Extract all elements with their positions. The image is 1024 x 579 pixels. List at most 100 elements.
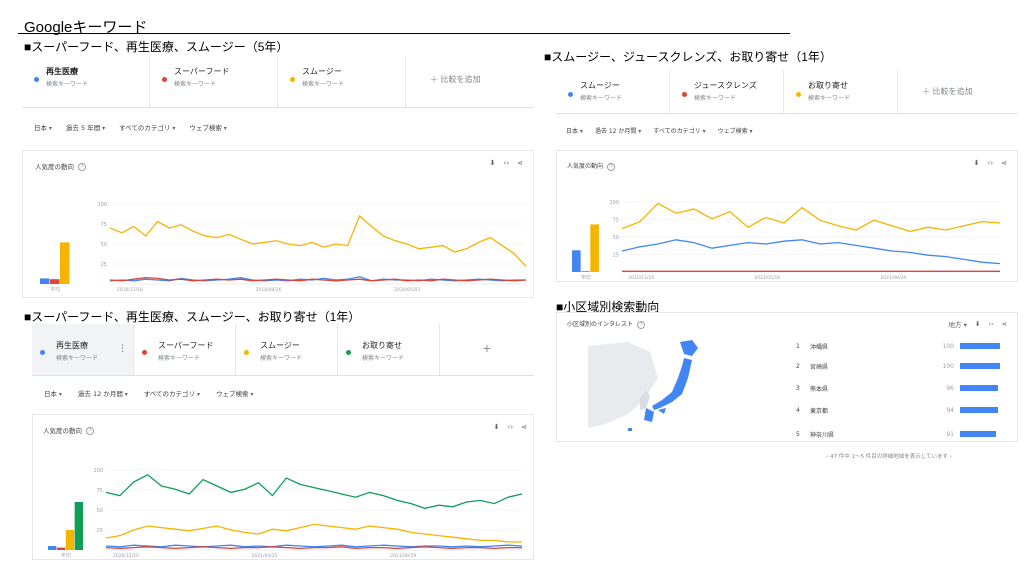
card-title: 小区域別のインタレスト? <box>567 319 646 329</box>
series-color-dot <box>142 350 147 355</box>
y-tick-label: 50 <box>97 508 103 514</box>
download-icon[interactable]: ⬇ <box>974 159 980 167</box>
keyword-type: 検索キーワード <box>260 355 303 362</box>
filter-region[interactable]: 日本 <box>34 122 52 132</box>
y-tick-label: 100 <box>93 468 103 474</box>
series-color-dot <box>682 92 687 97</box>
series-line <box>105 523 522 543</box>
region-value-bar <box>960 431 997 437</box>
card-toolbar: ⬇ ‹› ⋖ <box>974 159 1007 167</box>
keyword-chip[interactable]: スーパーフード 検索キーワード <box>150 56 278 107</box>
add-compare-button[interactable]: ＋ 比較を追加 <box>406 56 534 107</box>
more-options-icon[interactable]: ⋮ <box>118 344 127 354</box>
average-bar <box>581 271 590 272</box>
keyword-chip[interactable]: スムージー 検索キーワード <box>278 56 406 107</box>
next-page-icon[interactable]: › <box>948 454 952 460</box>
keyword-chip[interactable]: スムージー 検索キーワード <box>556 70 670 113</box>
y-tick-label: 75 <box>97 488 103 494</box>
help-icon[interactable]: ? <box>637 320 646 329</box>
region-row[interactable]: 1 沖縄県 100 <box>796 336 1016 356</box>
keyword-chip[interactable]: 再生医療 検索キーワード ⋮ <box>32 324 134 375</box>
add-compare-button[interactable]: ＋ 比較を追加 <box>898 70 1016 113</box>
section-heading-1yr-b: ■スーパーフード、再生医療、スムージー、お取り寄せ（1年） <box>24 310 361 324</box>
filter-period[interactable]: 過去 12 か月間 <box>595 126 641 135</box>
embed-icon[interactable]: ‹› <box>988 320 993 328</box>
filter-category[interactable]: すべてのカテゴリ <box>144 388 200 398</box>
embed-icon[interactable]: ‹› <box>504 159 510 167</box>
card-toolbar: 地方 ▾ ⬇ ‹› ⋖ <box>949 319 1007 329</box>
filter-period[interactable]: 過去 12 か月間 <box>78 388 128 398</box>
trend-chart-1yr-b: 100 75 50 25 平均 2020/12/20 2021/04/25 2021/08/2… <box>48 468 523 559</box>
card-toolbar: ⬇ ‹› ⋖ <box>494 423 527 431</box>
keyword-name: スムージー <box>580 81 620 90</box>
region-row[interactable]: 4 東京都 94 <box>796 400 1016 420</box>
embed-icon[interactable]: ‹› <box>508 423 514 431</box>
average-label: 平均 <box>61 552 71 559</box>
keyword-chip[interactable]: お取り寄せ 検索キーワード <box>784 70 898 113</box>
filter-search-type[interactable]: ウェブ検索 <box>216 388 253 398</box>
keyword-chip[interactable]: 再生医療 検索キーワード <box>22 56 150 107</box>
x-tick-label: 2020/12/20 <box>113 553 139 559</box>
share-icon[interactable]: ⋖ <box>517 159 523 167</box>
plus-icon: ＋ <box>430 75 441 84</box>
filter-category[interactable]: すべてのカテゴリ <box>653 126 705 135</box>
help-icon[interactable]: ? <box>86 427 94 435</box>
filter-search-type[interactable]: ウェブ検索 <box>189 122 226 132</box>
series-line <box>109 214 527 267</box>
keyword-name: スムージー <box>260 341 300 350</box>
filter-bar: 日本 過去 5 年間 すべてのカテゴリ ウェブ検索 <box>34 122 227 132</box>
keyword-type: 検索キーワード <box>808 95 851 102</box>
series-line <box>105 544 523 548</box>
filter-region[interactable]: 日本 <box>566 126 583 135</box>
average-bar <box>572 250 581 272</box>
x-tick-label: 2020/05/03 <box>394 287 420 293</box>
keyword-chip[interactable]: お取り寄せ 検索キーワード <box>338 324 440 375</box>
x-tick-label: 2021/08/29 <box>880 275 906 281</box>
section-heading-1yr-a: ■スムージー、ジュースクレンズ、お取り寄せ（1年） <box>544 50 832 64</box>
region-value-bar <box>960 385 999 391</box>
average-bar <box>56 547 66 550</box>
keyword-chip[interactable]: スーパーフード 検索キーワード <box>134 324 236 375</box>
keyword-chip[interactable]: ジュースクレンズ 検索キーワード <box>670 70 784 113</box>
download-icon[interactable]: ⬇ <box>490 159 496 167</box>
region-level-select[interactable]: 地方 ▾ <box>949 319 967 329</box>
keyword-name: 再生医療 <box>46 67 78 76</box>
share-icon[interactable]: ⋖ <box>521 423 527 431</box>
card-toolbar: ⬇ ‹› ⋖ <box>490 159 523 167</box>
x-tick-label: 2020/12/20 <box>628 275 654 281</box>
download-icon[interactable]: ⬇ <box>975 320 980 328</box>
y-tick-label: 75 <box>613 218 619 224</box>
filter-period[interactable]: 過去 5 年間 <box>66 122 105 132</box>
filter-region[interactable]: 日本 <box>44 388 62 398</box>
x-tick-label: 2016/12/18 <box>117 287 143 293</box>
x-tick-label: 2021/05/16 <box>754 275 780 281</box>
keyword-chip[interactable]: スムージー 検索キーワード <box>236 324 338 375</box>
filter-search-type[interactable]: ウェブ検索 <box>718 126 753 135</box>
region-row[interactable]: 2 宮崎県 100 <box>796 356 1016 376</box>
x-tick-label: 2021/08/29 <box>390 553 416 559</box>
filter-category[interactable]: すべてのカテゴリ <box>119 122 175 132</box>
add-compare-label: 比較を追加 <box>440 75 481 84</box>
filter-bar: 日本 過去 12 か月間 すべてのカテゴリ ウェブ検索 <box>44 388 253 398</box>
add-compare-label: 比較を追加 <box>932 87 973 96</box>
keyword-compare-bar: スムージー 検索キーワード ジュースクレンズ 検索キーワード お取り寄せ 検索キ… <box>556 70 1018 114</box>
keyword-type: 検索キーワード <box>362 355 405 362</box>
region-value-bar <box>960 363 1000 369</box>
y-tick-label: 100 <box>609 200 619 206</box>
help-icon[interactable]: ? <box>607 162 616 171</box>
keyword-name: お取り寄せ <box>362 341 402 350</box>
download-icon[interactable]: ⬇ <box>494 423 500 431</box>
add-compare-button[interactable]: + <box>440 324 534 375</box>
x-tick-label: 2021/04/25 <box>252 553 278 559</box>
help-icon[interactable]: ? <box>78 163 86 171</box>
region-value-bar <box>960 407 998 413</box>
y-tick-label: 50 <box>613 235 619 241</box>
region-row[interactable]: 3 熊本県 96 <box>796 378 1016 398</box>
japan-map <box>588 338 718 434</box>
average-bar <box>590 224 599 272</box>
region-row[interactable]: 5 神奈川県 91 <box>796 424 1016 444</box>
embed-icon[interactable]: ‹› <box>988 159 994 167</box>
y-tick-label: 25 <box>101 262 107 268</box>
share-icon[interactable]: ⋖ <box>1002 320 1007 328</box>
share-icon[interactable]: ⋖ <box>1001 159 1007 167</box>
